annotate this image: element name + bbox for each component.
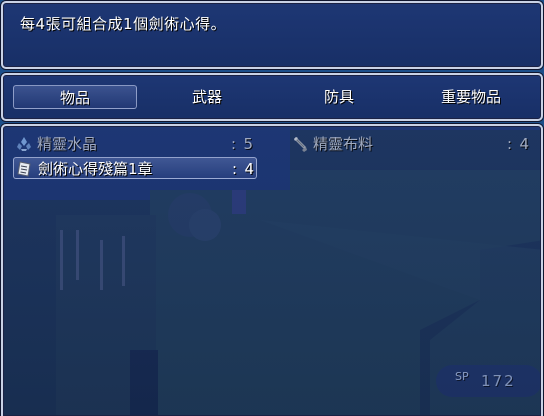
item-qty-separator: : — [232, 160, 238, 178]
list-item-spirit-crystal[interactable]: 精靈水晶 : 5 — [13, 133, 257, 155]
tab-key-items[interactable]: 重要物品 — [409, 85, 533, 109]
item-qty-separator: : — [231, 135, 237, 153]
scroll-page-icon — [16, 160, 34, 178]
tab-armor[interactable]: 防具 — [277, 85, 401, 109]
item-name: 精靈布料 — [313, 135, 374, 153]
crystal-icon — [15, 135, 33, 153]
list-item-sword-technique-fragment[interactable]: 劍術心得殘篇1章 : 4 — [13, 157, 257, 179]
cloth-roll-icon — [291, 135, 309, 153]
sp-value: 172 — [481, 372, 516, 390]
item-name: 精靈水晶 — [37, 135, 98, 153]
item-qty-separator: : — [507, 135, 513, 153]
tab-weapons[interactable]: 武器 — [145, 85, 269, 109]
item-quantity: 4 — [519, 135, 529, 153]
item-quantity: 4 — [244, 160, 254, 178]
item-quantity: 5 — [243, 135, 253, 153]
item-category-window: 物品 武器 防具 重要物品 — [1, 73, 543, 121]
item-name: 劍術心得殘篇1章 — [38, 160, 153, 178]
list-item-spirit-cloth[interactable]: 精靈布料 : 4 — [289, 133, 533, 155]
item-list-window: 精靈水晶 : 5 精靈布料 : 4 劍術心得殘篇1章 : 4 SP 172 — [1, 124, 543, 416]
sp-label: SP — [455, 370, 469, 383]
item-description-text: 每4張可組合成1個劍術心得。 — [20, 15, 227, 33]
help-window: 每4張可組合成1個劍術心得。 — [1, 1, 543, 69]
tab-items[interactable]: 物品 — [13, 85, 137, 109]
